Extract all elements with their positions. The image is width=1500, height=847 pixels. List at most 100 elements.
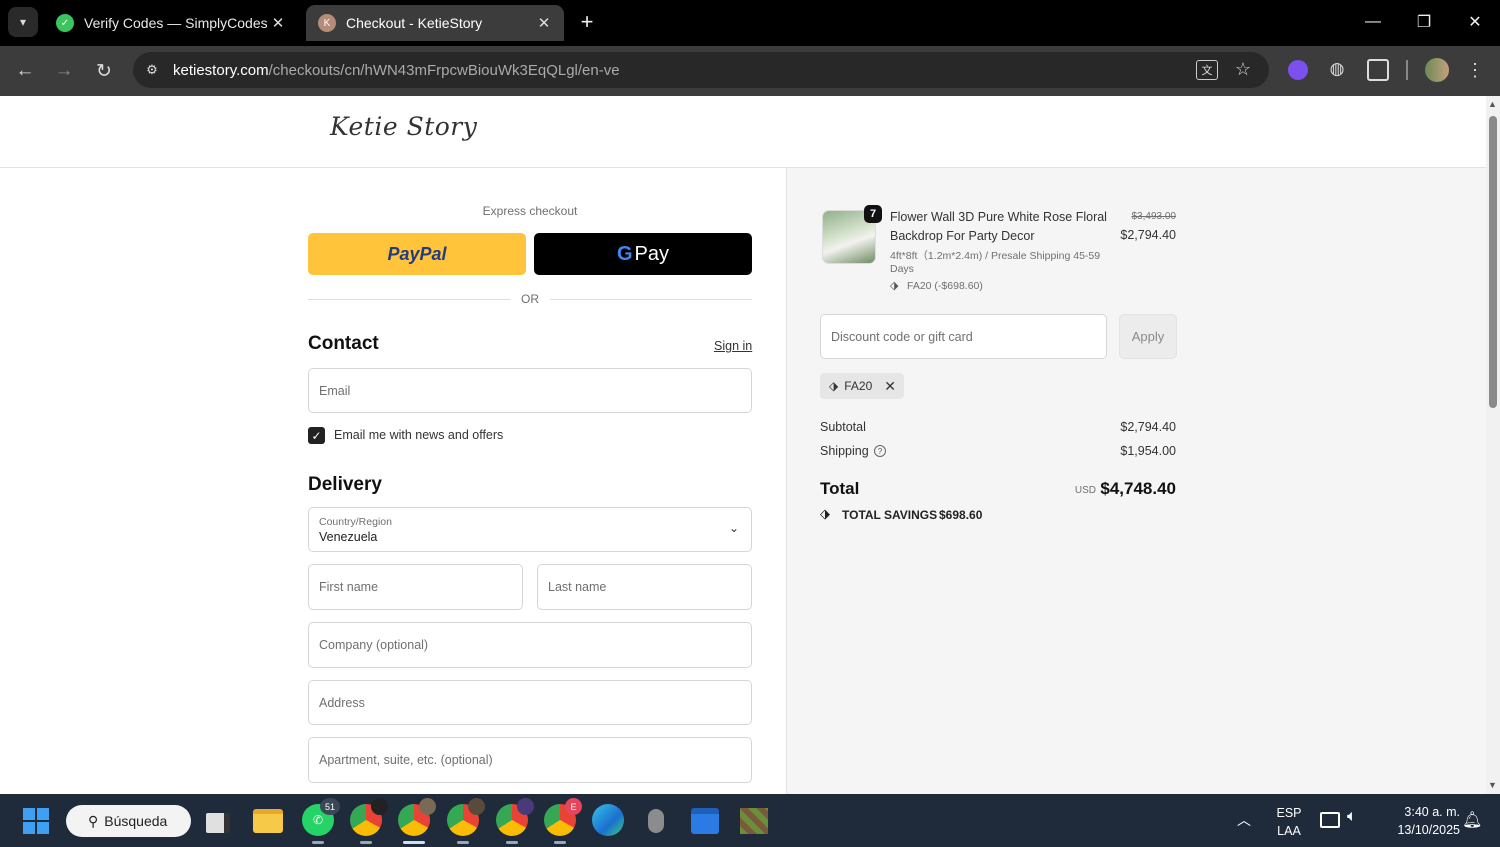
product-discount: FA20 (-$698.60)	[907, 280, 983, 292]
edge-icon[interactable]	[592, 804, 624, 836]
divider-left	[308, 299, 510, 300]
paypal-button[interactable]: PayPal	[308, 233, 526, 275]
extensions-puzzle-icon[interactable]	[1367, 59, 1389, 81]
chrome-profile-4-icon[interactable]	[496, 798, 534, 844]
gpay-label: Pay	[634, 242, 670, 265]
task-view-icon[interactable]	[206, 813, 230, 833]
globe-extension-icon[interactable]: ◍	[1326, 58, 1348, 80]
original-price: $3,493.00	[1131, 211, 1177, 222]
network-icon[interactable]	[1320, 812, 1340, 828]
whatsapp-badge: 51	[320, 798, 340, 815]
chevron-down-icon: ▾	[19, 15, 27, 29]
arrow-right-icon: →	[54, 60, 74, 81]
store-header: Ketie Story	[0, 96, 1486, 168]
microsoft-store-icon[interactable]	[691, 808, 719, 834]
ketiestory-favicon-icon: K	[318, 14, 336, 32]
applied-code-chip: ⬗ FA20 ✕	[820, 373, 904, 399]
clock[interactable]: 3:40 a. m. 13/10/2025	[1378, 803, 1460, 839]
profile-avatar[interactable]	[1425, 58, 1449, 82]
tab-simplycodes[interactable]: ✓ Verify Codes — SimplyCodes ✕	[44, 5, 298, 41]
savings-label: TOTAL SAVINGS	[842, 508, 938, 522]
url-host: ketiestory.com	[173, 61, 269, 79]
forward-button[interactable]: →	[50, 57, 78, 85]
new-tab-button[interactable]: +	[574, 9, 600, 35]
tab-search-button[interactable]: ▾	[8, 7, 38, 37]
apply-discount-button[interactable]: Apply	[1119, 314, 1177, 359]
close-tab-icon[interactable]: ✕	[270, 14, 286, 32]
whatsapp-icon[interactable]: ✆ 51	[302, 798, 340, 844]
first-name-field[interactable]: First name	[308, 564, 523, 610]
close-tab-icon[interactable]: ✕	[536, 14, 552, 32]
express-checkout-label: Express checkout	[482, 204, 578, 218]
search-label: Búsqueda	[104, 813, 168, 829]
email-field[interactable]: Email	[308, 368, 752, 413]
company-field[interactable]: Company (optional)	[308, 622, 752, 668]
scroll-down-arrow[interactable]: ▼	[1488, 780, 1497, 790]
tag-icon: ⬗	[829, 379, 839, 393]
menu-kebab-icon[interactable]: ⋮	[1465, 57, 1485, 83]
close-window-button[interactable]: ✕	[1455, 8, 1495, 36]
scroll-thumb[interactable]	[1489, 116, 1497, 408]
extension-purple-icon[interactable]	[1288, 60, 1308, 80]
tag-icon: ⬗	[890, 280, 899, 292]
translate-icon[interactable]: 文	[1196, 60, 1218, 80]
contact-heading: Contact	[308, 333, 379, 354]
chevron-down-icon: ⌄	[728, 521, 739, 535]
last-name-field[interactable]: Last name	[537, 564, 752, 610]
minimize-icon: —	[1365, 13, 1381, 30]
sign-in-link[interactable]: Sign in	[714, 339, 752, 353]
reload-icon: ↻	[96, 60, 112, 82]
divider-right	[550, 299, 752, 300]
toolbar-divider	[1406, 60, 1408, 80]
chrome-profile-3-icon[interactable]	[447, 798, 485, 844]
order-summary-panel: 7 Flower Wall 3D Pure White Rose Floral …	[786, 168, 1486, 794]
store-logo[interactable]: Ketie Story	[330, 112, 477, 141]
total-label: Total	[820, 479, 860, 498]
restore-icon: ❐	[1416, 14, 1432, 31]
windows-start-icon[interactable]	[23, 808, 49, 834]
country-select[interactable]: Country/Region Venezuela ⌄	[308, 507, 752, 552]
item-price: $2,794.40	[1120, 228, 1176, 242]
minecraft-icon[interactable]	[740, 808, 768, 834]
file-explorer-icon[interactable]	[253, 809, 283, 833]
google-pay-button[interactable]: G Pay	[534, 233, 752, 275]
scroll-up-arrow[interactable]: ▲	[1488, 99, 1497, 109]
tab-title: Verify Codes — SimplyCodes	[84, 15, 268, 31]
restore-button[interactable]: ❐	[1404, 8, 1444, 36]
mouse-app-icon[interactable]	[648, 809, 664, 833]
or-label: OR	[521, 292, 539, 306]
checkmark-icon: ✓	[311, 428, 322, 443]
clock-date: 13/10/2025	[1397, 823, 1460, 837]
minimize-button[interactable]: —	[1353, 8, 1393, 36]
clock-time: 3:40 a. m.	[1404, 805, 1460, 819]
bookmark-star-icon[interactable]: ☆	[1232, 58, 1254, 80]
plus-icon: +	[580, 9, 594, 34]
google-g-icon: G	[616, 242, 633, 265]
volume-icon[interactable]: 🔈︎	[1347, 808, 1357, 826]
address-field[interactable]: Address	[308, 680, 752, 725]
paypal-logo: PayPal	[387, 243, 447, 264]
chrome-profile-5-icon[interactable]: E	[544, 798, 582, 844]
chrome-profile-badge: E	[565, 798, 582, 815]
discount-code-input[interactable]: Discount code or gift card	[820, 314, 1107, 359]
page-scrollbar[interactable]: ▲ ▼	[1486, 96, 1500, 794]
subtotal-label: Subtotal	[820, 420, 866, 434]
product-variant-line1: 4ft*8ft（1.2m*2.4m) / Presale Shipping 45…	[890, 250, 1101, 262]
back-button[interactable]: ←	[11, 57, 39, 85]
site-info-icon[interactable]: ⚙	[143, 61, 161, 79]
address-bar[interactable]: ketiestory.com/checkouts/cn/hWN43mFrpcwB…	[133, 52, 1269, 88]
help-circle-icon[interactable]: ?	[874, 445, 886, 457]
taskbar-search-box[interactable]: ⚲ Búsqueda	[66, 805, 191, 837]
show-hidden-icons-chevron-icon[interactable]: ︿	[1237, 810, 1251, 830]
newsletter-checkbox[interactable]: ✓	[308, 427, 325, 444]
chrome-profile-2-icon[interactable]	[398, 798, 436, 844]
reload-button[interactable]: ↻	[90, 57, 118, 85]
language-indicator[interactable]: ESP LAA	[1272, 804, 1306, 840]
quantity-badge: 7	[864, 205, 882, 223]
chrome-profile-1-icon[interactable]	[350, 798, 388, 844]
language-line1: ESP	[1276, 806, 1302, 820]
tab-checkout[interactable]: K Checkout - KetieStory ✕	[306, 5, 564, 41]
notifications-bell-icon[interactable]: 🔔︎	[1462, 810, 1482, 830]
remove-code-icon[interactable]: ✕	[884, 378, 896, 395]
apartment-field[interactable]: Apartment, suite, etc. (optional)	[308, 737, 752, 783]
